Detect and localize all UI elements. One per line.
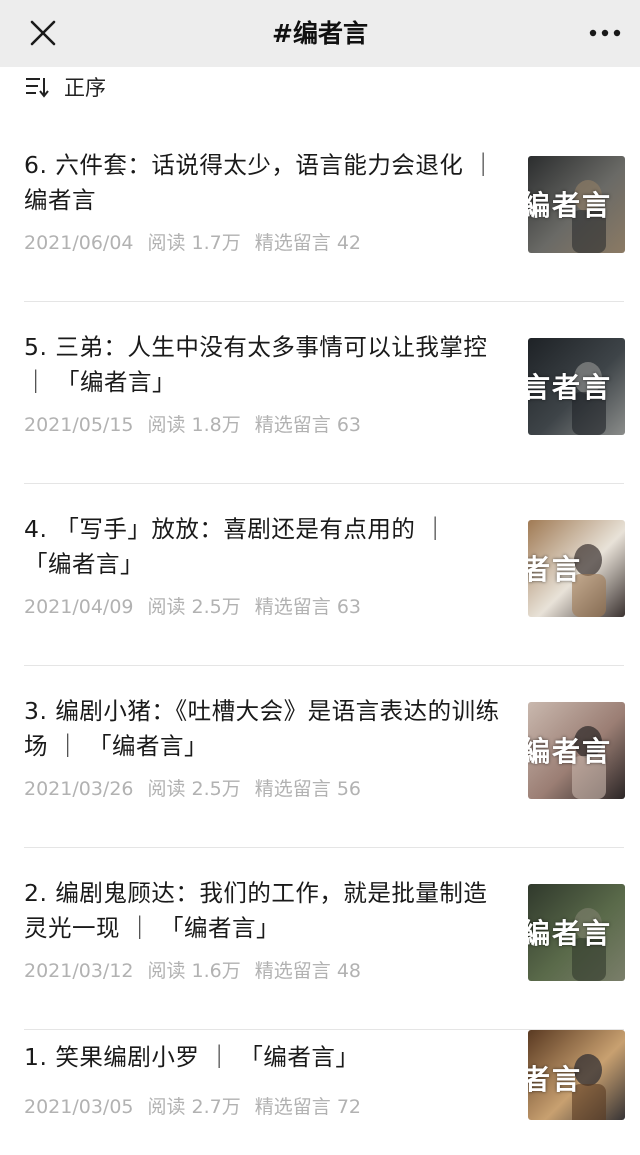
article-thumbnail: 編者言 bbox=[528, 702, 625, 799]
page-title: #编者言 bbox=[272, 19, 368, 48]
article-item[interactable]: 3. 编剧小猪：《吐槽大会》是语言表达的训练场 ｜ 「编者言」 2021/03/2… bbox=[0, 666, 640, 848]
article-comments: 精选留言 63 bbox=[254, 596, 361, 618]
article-date: 2021/06/04 bbox=[24, 232, 134, 254]
thumbnail-caption: 編者言 bbox=[528, 917, 613, 950]
article-date: 2021/03/12 bbox=[24, 960, 134, 982]
sort-toggle[interactable]: 正序 bbox=[24, 72, 106, 102]
article-comments: 精选留言 56 bbox=[254, 778, 361, 800]
article-meta: 2021/03/26 阅读 2.5万 精选留言 56 bbox=[24, 774, 375, 801]
article-reads: 阅读 1.7万 bbox=[147, 232, 241, 254]
article-meta: 2021/04/09 阅读 2.5万 精选留言 63 bbox=[24, 592, 375, 619]
article-thumbnail: 編者言 bbox=[528, 156, 625, 253]
article-meta: 2021/05/15 阅读 1.8万 精选留言 63 bbox=[24, 410, 375, 437]
article-item[interactable]: 5. 三弟：人生中没有太多事情可以让我掌控 ｜ 「编者言」 2021/05/15 阅… bbox=[0, 302, 640, 484]
article-comments: 精选留言 48 bbox=[254, 960, 361, 982]
more-options-icon[interactable] bbox=[588, 20, 622, 46]
article-reads: 阅读 2.5万 bbox=[147, 596, 241, 618]
article-thumbnail: 言者言 bbox=[528, 338, 625, 435]
article-thumbnail: 者言 bbox=[528, 520, 625, 617]
article-item[interactable]: 2. 编剧鬼顾达：我们的工作，就是批量制造灵光一现 ｜ 「编者言」 2021/03… bbox=[0, 848, 640, 1030]
article-title: 4. 「写手」放放：喜剧还是有点用的 ｜ 「编者言」 bbox=[24, 515, 448, 578]
article-item[interactable]: 1. 笑果编剧小罗 ｜ 「编者言」 2021/03/05 阅读 2.7万 精选留言 7… bbox=[0, 1030, 640, 1120]
article-reads: 阅读 1.8万 bbox=[147, 414, 241, 436]
article-reads: 阅读 1.6万 bbox=[147, 960, 241, 982]
article-title: 5. 三弟：人生中没有太多事情可以让我掌控 ｜ 「编者言」 bbox=[24, 333, 488, 396]
article-thumbnail: 者言 bbox=[528, 1030, 625, 1120]
article-date: 2021/03/26 bbox=[24, 778, 134, 800]
top-bar: #编者言 bbox=[0, 0, 640, 67]
article-title: 1. 笑果编剧小罗 ｜ 「编者言」 bbox=[24, 1043, 360, 1071]
article-date: 2021/03/05 bbox=[24, 1096, 134, 1118]
article-list: 6. 六件套：话说得太少，语言能力会退化 ｜ 编者言 2021/06/04 阅读 1… bbox=[0, 120, 640, 1120]
article-comments: 精选留言 42 bbox=[254, 232, 361, 254]
article-title: 2. 编剧鬼顾达：我们的工作，就是批量制造灵光一现 ｜ 「编者言」 bbox=[24, 879, 488, 942]
article-reads: 阅读 2.7万 bbox=[147, 1096, 241, 1118]
sort-order-icon bbox=[24, 76, 50, 98]
article-comments: 精选留言 72 bbox=[254, 1096, 361, 1118]
thumbnail-caption: 編者言 bbox=[528, 735, 613, 768]
article-comments: 精选留言 63 bbox=[254, 414, 361, 436]
article-title: 3. 编剧小猪：《吐槽大会》是语言表达的训练场 ｜ 「编者言」 bbox=[24, 697, 500, 760]
close-icon[interactable] bbox=[26, 16, 60, 50]
article-item[interactable]: 4. 「写手」放放：喜剧还是有点用的 ｜ 「编者言」 2021/04/09 阅读 2… bbox=[0, 484, 640, 666]
article-meta: 2021/06/04 阅读 1.7万 精选留言 42 bbox=[24, 228, 375, 255]
article-reads: 阅读 2.5万 bbox=[147, 778, 241, 800]
article-item[interactable]: 6. 六件套：话说得太少，语言能力会退化 ｜ 编者言 2021/06/04 阅读 1… bbox=[0, 120, 640, 302]
article-date: 2021/05/15 bbox=[24, 414, 134, 436]
article-thumbnail: 編者言 bbox=[528, 884, 625, 981]
article-title: 6. 六件套：话说得太少，语言能力会退化 ｜ 编者言 bbox=[24, 151, 496, 214]
thumbnail-caption: 言者言 bbox=[528, 371, 613, 404]
thumbnail-caption: 者言 bbox=[528, 1063, 583, 1096]
sort-label: 正序 bbox=[64, 76, 106, 100]
article-date: 2021/04/09 bbox=[24, 596, 134, 618]
article-meta: 2021/03/05 阅读 2.7万 精选留言 72 bbox=[24, 1092, 375, 1119]
article-meta: 2021/03/12 阅读 1.6万 精选留言 48 bbox=[24, 956, 375, 983]
thumbnail-caption: 編者言 bbox=[528, 189, 613, 222]
thumbnail-caption: 者言 bbox=[528, 553, 583, 586]
